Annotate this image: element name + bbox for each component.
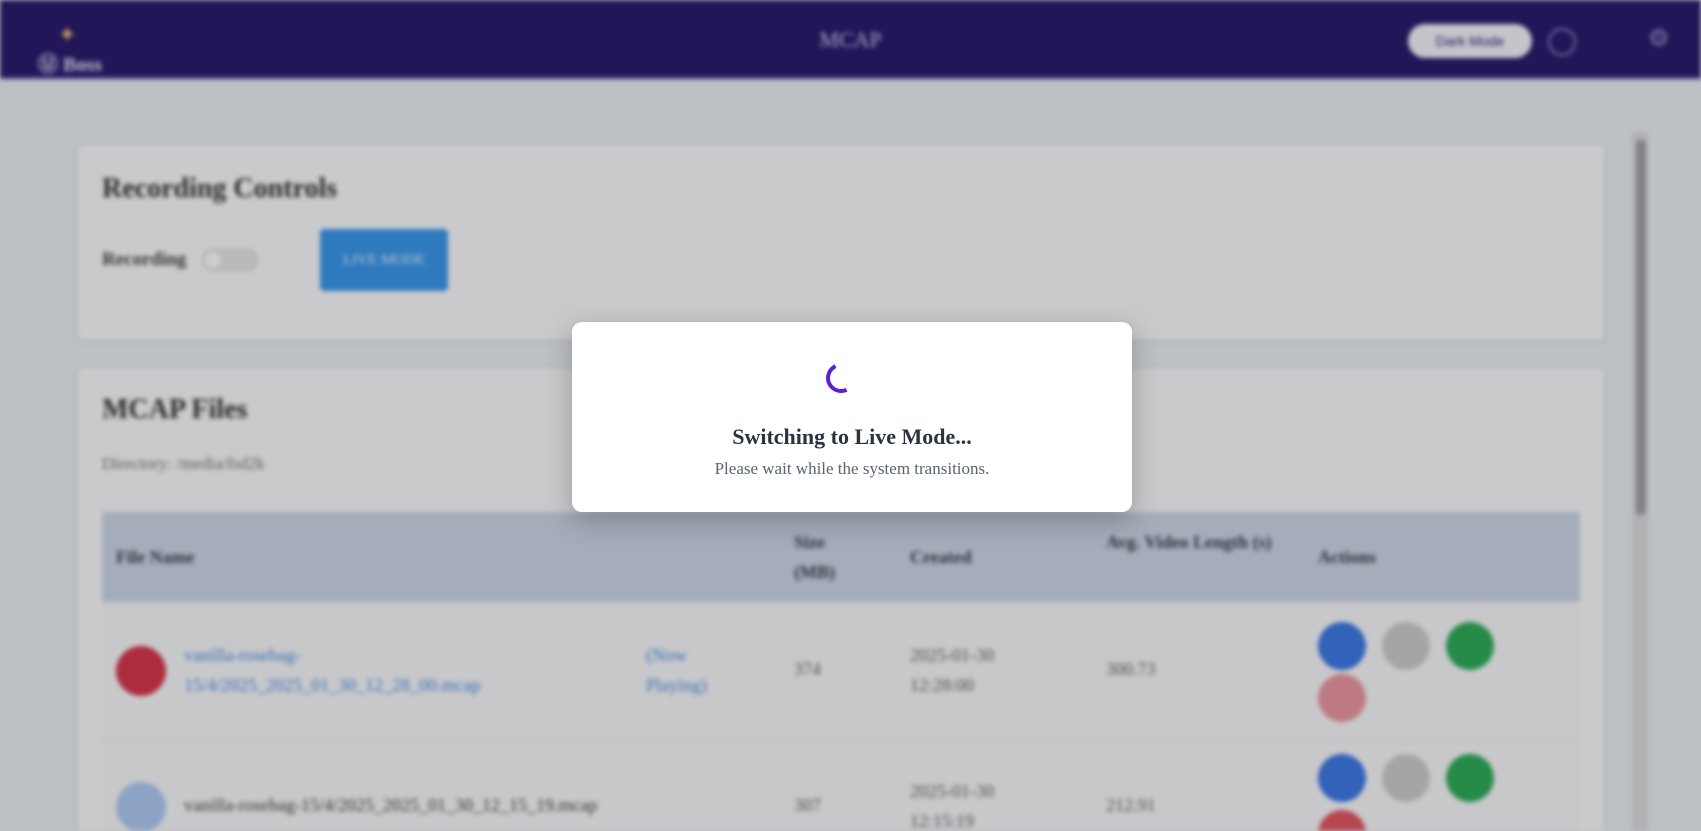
- loading-modal: [572, 322, 1132, 512]
- modal-title: Switching to Live Mode...: [732, 424, 972, 449]
- modal-subtitle: Please wait while the system transitions…: [714, 459, 990, 478]
